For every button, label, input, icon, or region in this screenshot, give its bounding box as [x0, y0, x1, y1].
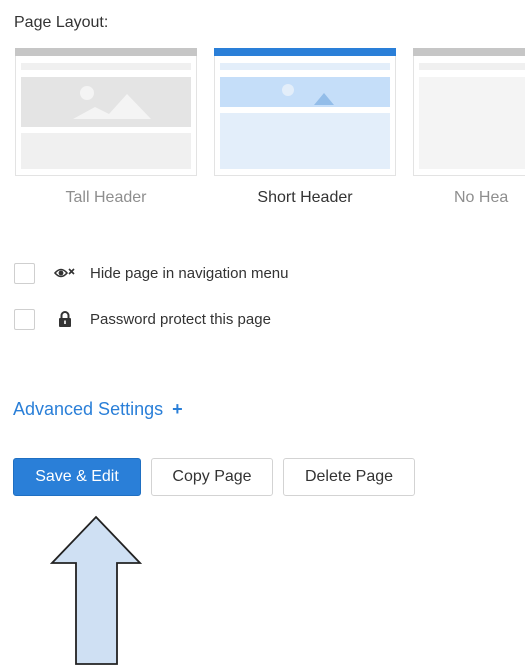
layout-option-topbar	[15, 48, 197, 56]
layout-option-no-header[interactable]	[413, 48, 525, 176]
expand-plus-icon: +	[172, 399, 183, 419]
layout-preview-nav	[419, 63, 525, 70]
advanced-settings-label: Advanced Settings	[13, 399, 164, 419]
password-protect-checkbox[interactable]	[14, 308, 35, 330]
lock-icon	[54, 310, 76, 328]
delete-page-button[interactable]: Delete Page	[283, 458, 415, 496]
layout-caption-no-header: No Hea	[454, 189, 509, 206]
layout-preview-header	[21, 77, 191, 127]
password-protect-row: Password protect this page	[14, 307, 271, 331]
image-placeholder-icon	[282, 84, 334, 105]
hidden-eye-icon	[54, 264, 76, 282]
layout-preview-nav	[220, 63, 390, 70]
layout-option-topbar	[413, 48, 525, 56]
layout-caption-tall-header: Tall Header	[65, 189, 147, 206]
layout-preview-header	[220, 77, 390, 107]
layout-preview-content	[419, 77, 525, 169]
layout-preview-content	[21, 133, 191, 169]
hide-in-nav-checkbox[interactable]	[14, 262, 35, 284]
layout-option-short-header[interactable]	[214, 48, 396, 176]
layout-option-tall-header[interactable]	[15, 48, 197, 176]
layout-preview-content	[220, 113, 390, 169]
image-placeholder-icon	[73, 86, 151, 119]
advanced-settings-link[interactable]: Advanced Settings +	[13, 399, 183, 420]
page-layout-label: Page Layout:	[14, 14, 109, 31]
save-edit-button[interactable]: Save & Edit	[13, 458, 141, 496]
layout-option-topbar	[214, 48, 396, 56]
layout-caption-short-header: Short Header	[257, 189, 353, 206]
layout-preview-nav	[21, 63, 191, 70]
hide-in-nav-row: Hide page in navigation menu	[14, 261, 288, 285]
annotation-up-arrow	[50, 515, 142, 665]
password-protect-label: Password protect this page	[90, 310, 271, 328]
copy-page-button[interactable]: Copy Page	[151, 458, 273, 496]
hide-in-nav-label: Hide page in navigation menu	[90, 264, 289, 282]
